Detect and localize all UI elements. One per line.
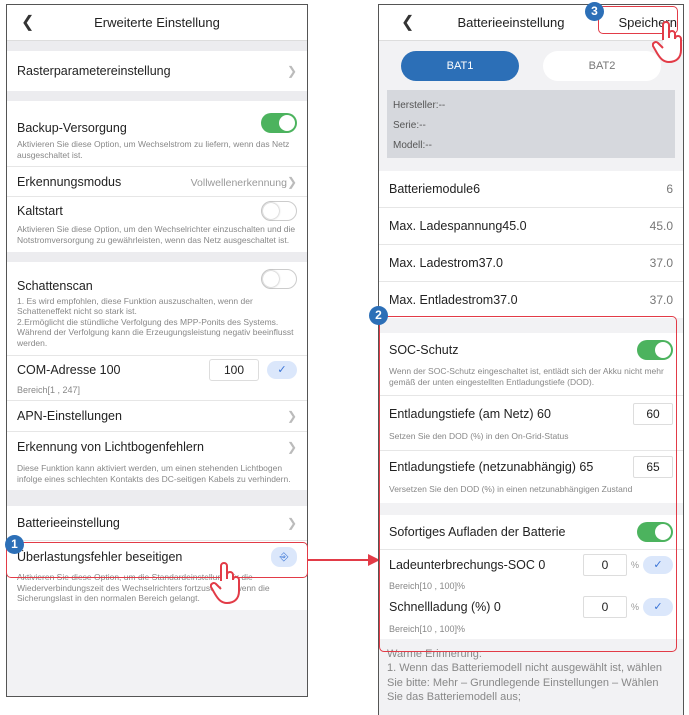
max-charge-voltage-row[interactable]: Max. Ladespannung45.0 45.0 xyxy=(379,207,683,244)
battery-info-box: Hersteller:-- Serie:-- Modell:-- xyxy=(387,90,675,158)
battery-setting-highlight xyxy=(6,542,308,578)
row-label: Max. Ladestrom37.0 xyxy=(389,256,503,270)
battery-modules-row[interactable]: Batteriemodule6 6 xyxy=(379,171,683,207)
detection-mode-item[interactable]: Erkennungsmodus Vollwellenerkennung❯ xyxy=(7,166,307,197)
arrow-right-icon xyxy=(308,554,380,566)
item-label: COM-Adresse 100 xyxy=(17,363,121,378)
tab-bat1[interactable]: BAT1 xyxy=(401,51,519,81)
tab-bat2[interactable]: BAT2 xyxy=(543,51,661,81)
advanced-settings-screen: ❮ Erweiterte Einstellung Rasterparameter… xyxy=(6,4,308,697)
item-description: Diese Funktion kann aktiviert werden, um… xyxy=(7,462,307,491)
confirm-check-icon[interactable]: ✓ xyxy=(267,361,297,380)
cold-start-toggle[interactable] xyxy=(261,200,297,221)
page-title: Erweiterte Einstellung xyxy=(94,15,220,30)
backup-supply-item: Backup-Versorgung xyxy=(7,101,307,139)
soc-section-highlight xyxy=(379,316,677,652)
com-address-input[interactable]: 100 xyxy=(209,359,259,382)
item-label: Schattenscan xyxy=(17,278,93,293)
item-label: Erkennung von Lichtbogenfehlern xyxy=(17,440,204,455)
manufacturer-text: Hersteller:-- xyxy=(393,100,446,111)
item-label: Kaltstart xyxy=(17,203,63,218)
com-address-item: COM-Adresse 100 100 ✓ xyxy=(7,354,307,385)
item-description: Aktivieren Sie diese Option, um den Wech… xyxy=(7,224,307,252)
shadow-scan-item: Schattenscan xyxy=(7,261,307,296)
max-discharge-current-row[interactable]: Max. Entladestrom37.0 37.0 xyxy=(379,281,683,318)
row-value: 6 xyxy=(666,182,673,196)
chevron-right-icon: ❯ xyxy=(286,408,297,423)
series-text: Serie:-- xyxy=(393,120,426,131)
tap-hand-icon xyxy=(210,562,240,605)
detection-mode-value: Vollwellenerkennung xyxy=(190,176,287,189)
arc-fault-detection-item[interactable]: Erkennung von Lichtbogenfehlern ❯ xyxy=(7,430,307,463)
chevron-right-icon: ❯ xyxy=(286,64,297,78)
step-badge-1: 1 xyxy=(5,535,24,554)
item-label: Rasterparametereinstellung xyxy=(17,64,171,78)
shadow-scan-toggle[interactable] xyxy=(261,268,297,289)
back-icon[interactable]: ❮ xyxy=(401,12,414,32)
grid-parameter-setting-item[interactable]: Rasterparametereinstellung ❯ xyxy=(7,51,307,91)
max-charge-current-row[interactable]: Max. Ladestrom37.0 37.0 xyxy=(379,244,683,281)
row-value: 45.0 xyxy=(649,219,673,233)
cold-start-item: Kaltstart xyxy=(7,196,307,225)
item-label: Batterieeinstellung xyxy=(17,516,120,531)
row-value: 37.0 xyxy=(649,293,673,307)
item-label: Erkennungsmodus xyxy=(17,174,122,189)
chevron-right-icon: ❯ xyxy=(286,174,297,189)
reminder-text: 1. Wenn das Batteriemodell nicht ausgewä… xyxy=(387,662,662,703)
page-title: Batterieeinstellung xyxy=(457,15,565,30)
item-description: 1. Es wird empfohlen, diese Funktion aus… xyxy=(7,295,307,355)
step-badge-2: 2 xyxy=(369,306,388,325)
header: ❮ Erweiterte Einstellung xyxy=(7,5,307,41)
tap-hand-icon xyxy=(652,21,682,64)
range-hint: Bereich[1 , 247] xyxy=(7,384,307,400)
apn-settings-item[interactable]: APN-Einstellungen ❯ xyxy=(7,399,307,431)
battery-setting-item[interactable]: Batterieeinstellung ❯ xyxy=(7,506,307,541)
item-label: Backup-Versorgung xyxy=(17,121,127,135)
backup-toggle[interactable] xyxy=(261,113,297,133)
step-badge-3: 3 xyxy=(585,2,604,21)
row-value: 37.0 xyxy=(649,256,673,270)
item-description: Aktivieren Sie diese Option, um Wechsels… xyxy=(7,139,307,167)
row-label: Batteriemodule6 xyxy=(389,182,481,196)
row-label: Max. Entladestrom37.0 xyxy=(389,293,518,307)
chevron-right-icon: ❯ xyxy=(286,440,297,455)
model-text: Modell:-- xyxy=(393,140,432,151)
back-icon[interactable]: ❮ xyxy=(21,12,34,32)
chevron-right-icon: ❯ xyxy=(286,516,297,531)
row-label: Max. Ladespannung45.0 xyxy=(389,219,527,233)
battery-tabs: BAT1 BAT2 xyxy=(379,41,683,90)
item-label: APN-Einstellungen xyxy=(17,408,122,423)
